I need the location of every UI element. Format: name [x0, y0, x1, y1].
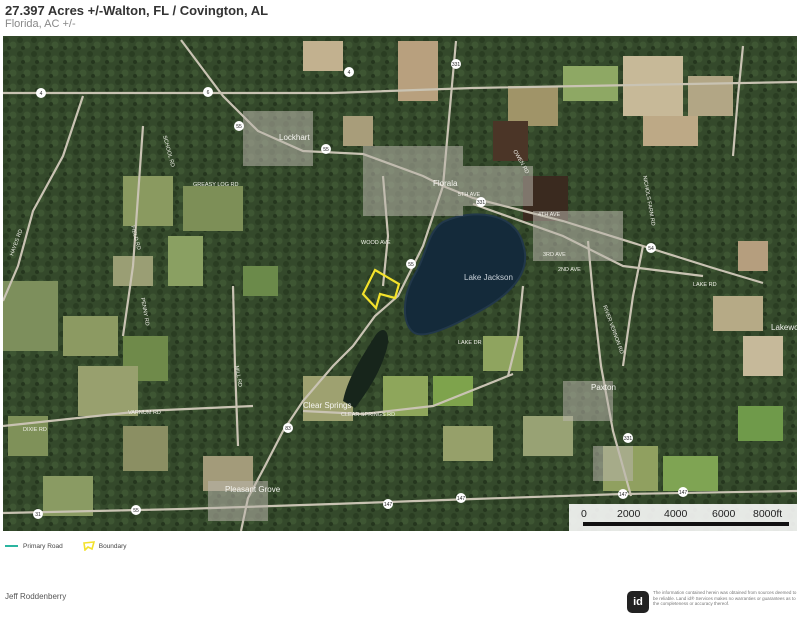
svg-text:4: 4	[40, 91, 43, 97]
svg-text:55: 55	[408, 262, 414, 268]
route-shield: 147	[618, 489, 628, 499]
primary-road-swatch	[5, 545, 18, 547]
route-shield: 54	[646, 243, 656, 253]
map-legend: Primary Road Boundary	[5, 541, 127, 551]
place-label: Lake Jackson	[464, 273, 513, 282]
scale-tick: 2000	[617, 508, 641, 520]
svg-text:147: 147	[384, 502, 393, 508]
road-label: VARNUM RD	[128, 410, 161, 416]
svg-text:55: 55	[133, 508, 139, 514]
route-shield: 331	[623, 433, 633, 443]
boundary-swatch	[82, 541, 95, 551]
svg-text:147: 147	[619, 492, 628, 498]
svg-text:331: 331	[624, 436, 633, 442]
svg-text:147: 147	[679, 490, 688, 496]
svg-text:331: 331	[477, 200, 486, 206]
route-shield: 147	[456, 493, 466, 503]
route-shield: 4	[36, 88, 46, 98]
svg-text:31: 31	[35, 512, 41, 518]
map-subtitle: Florida, AC +/-	[5, 18, 76, 30]
road-label: 3RD AVE	[543, 252, 566, 258]
scale-tick: 4000	[664, 508, 688, 520]
svg-text:331: 331	[452, 62, 461, 68]
scale-tick: 0	[581, 508, 587, 520]
svg-text:55: 55	[323, 147, 329, 153]
svg-text:147: 147	[457, 496, 466, 502]
scale-line	[583, 522, 789, 526]
satellite-map[interactable]: Lockhart Florala Lake Jackson Clear Spri…	[3, 36, 797, 531]
road-label: 4TH AVE	[538, 212, 561, 218]
svg-text:6: 6	[207, 90, 210, 96]
road-label: LAKE RD	[693, 282, 717, 288]
svg-text:54: 54	[648, 246, 654, 252]
route-shield: 55	[234, 121, 244, 131]
road-label: DIXIE RD	[23, 427, 47, 433]
road-label: LAKE DR	[458, 340, 482, 346]
route-shield: 55	[131, 505, 141, 515]
legend-boundary-label: Boundary	[98, 542, 127, 550]
route-shield: 147	[383, 499, 393, 509]
svg-text:83: 83	[285, 426, 291, 432]
svg-text:4: 4	[348, 70, 351, 76]
route-shield: 55	[406, 259, 416, 269]
route-shield: 83	[283, 423, 293, 433]
route-shield: 55	[321, 144, 331, 154]
road-label: CLEAR SPRINGS RD	[341, 412, 395, 418]
place-label: Paxton	[591, 383, 616, 392]
scale-bar: 0 2000 4000 6000 8000ft	[569, 504, 797, 531]
road-label: WOOD AVE	[361, 240, 391, 246]
route-shield: 147	[678, 487, 688, 497]
route-shield: 4	[344, 67, 354, 77]
place-label: Lakewo	[771, 323, 797, 332]
landid-logo: id	[627, 591, 649, 613]
place-label: Lockhart	[279, 133, 310, 142]
route-shield: 331	[451, 59, 461, 69]
svg-text:55: 55	[236, 124, 242, 130]
route-shield: 6	[203, 87, 213, 97]
legend-road-label: Primary Road	[23, 542, 63, 550]
map-title: 27.397 Acres +/-Walton, FL / Covington, …	[5, 3, 269, 18]
place-label: Pleasant Grove	[225, 485, 281, 494]
scale-tick: 8000ft	[753, 508, 783, 520]
road-label: GREASY LOG RD	[193, 182, 238, 188]
place-label: Florala	[433, 179, 458, 188]
route-shield: 331	[476, 197, 486, 207]
agent-name: Jeff Roddenberry	[5, 592, 67, 601]
route-shield: 31	[33, 509, 43, 519]
place-label: Clear Springs	[303, 401, 351, 410]
road-label: 2ND AVE	[558, 267, 581, 273]
scale-tick: 6000	[712, 508, 736, 520]
road-label: 5TH AVE	[458, 192, 481, 198]
disclaimer-text: The information contained herein was obt…	[653, 590, 797, 606]
